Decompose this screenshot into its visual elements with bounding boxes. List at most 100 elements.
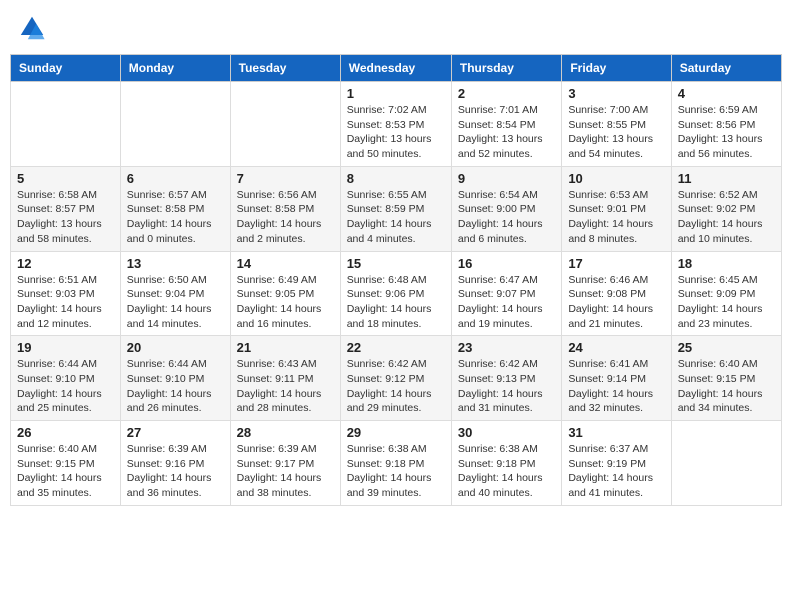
day-number: 23 <box>458 340 555 355</box>
calendar-cell: 8Sunrise: 6:55 AMSunset: 8:59 PMDaylight… <box>340 166 451 251</box>
day-number: 7 <box>237 171 334 186</box>
day-info: Sunrise: 6:53 AMSunset: 9:01 PMDaylight:… <box>568 188 664 247</box>
calendar-cell: 5 Sunrise: 6:58 AMSunset: 8:57 PMDaylight… <box>11 166 121 251</box>
calendar-week-row: 26 Sunrise: 6:40 AMSunset: 9:15 PMDayligh… <box>11 421 782 506</box>
day-info: Sunrise: 6:42 AMSunset: 9:12 PMDaylight:… <box>347 357 445 416</box>
calendar-week-row: 1 Sunrise: 7:02 AMSunset: 8:53 PMDaylight… <box>11 82 782 167</box>
day-info: Sunrise: 6:50 AMSunset: 9:04 PMDaylight:… <box>127 273 224 332</box>
calendar-cell: 18 Sunrise: 6:45 AMSunset: 9:09 PMDayligh… <box>671 251 781 336</box>
day-info: Sunrise: 6:42 AMSunset: 9:13 PMDaylight:… <box>458 357 555 416</box>
calendar-cell: 25 Sunrise: 6:40 AMSunset: 9:15 PMDayligh… <box>671 336 781 421</box>
calendar-cell: 3Sunrise: 7:00 AMSunset: 8:55 PMDaylight… <box>562 82 671 167</box>
day-number: 20 <box>127 340 224 355</box>
day-number: 16 <box>458 256 555 271</box>
weekday-header-row: SundayMondayTuesdayWednesdayThursdayFrid… <box>11 55 782 82</box>
day-info: Sunrise: 6:40 AMSunset: 9:15 PMDaylight:… <box>17 442 114 501</box>
calendar-cell: 29 Sunrise: 6:38 AMSunset: 9:18 PMDayligh… <box>340 421 451 506</box>
day-info: Sunrise: 7:02 AMSunset: 8:53 PMDaylight:… <box>347 103 445 162</box>
calendar-cell: 9Sunrise: 6:54 AMSunset: 9:00 PMDaylight… <box>451 166 561 251</box>
calendar-cell: 10 Sunrise: 6:53 AMSunset: 9:01 PMDayligh… <box>562 166 671 251</box>
day-number: 30 <box>458 425 555 440</box>
day-number: 26 <box>17 425 114 440</box>
day-number: 21 <box>237 340 334 355</box>
calendar-cell: 27 Sunrise: 6:39 AMSunset: 9:16 PMDayligh… <box>120 421 230 506</box>
day-number: 31 <box>568 425 664 440</box>
calendar-cell: 12Sunrise: 6:51 AMSunset: 9:03 PMDayligh… <box>11 251 121 336</box>
day-number: 19 <box>17 340 114 355</box>
calendar-cell: 14 Sunrise: 6:49 AMSunset: 9:05 PMDayligh… <box>230 251 340 336</box>
calendar-cell <box>120 82 230 167</box>
calendar-cell: 20Sunrise: 6:44 AMSunset: 9:10 PMDayligh… <box>120 336 230 421</box>
day-info: Sunrise: 6:49 AMSunset: 9:05 PMDaylight:… <box>237 273 334 332</box>
logo <box>18 14 50 42</box>
weekday-header: Sunday <box>11 55 121 82</box>
day-info: Sunrise: 6:56 AMSunset: 8:58 PMDaylight:… <box>237 188 334 247</box>
day-info: Sunrise: 6:43 AMSunset: 9:11 PMDaylight:… <box>237 357 334 416</box>
day-info: Sunrise: 6:41 AMSunset: 9:14 PMDaylight:… <box>568 357 664 416</box>
calendar-cell: 24 Sunrise: 6:41 AMSunset: 9:14 PMDayligh… <box>562 336 671 421</box>
day-number: 9 <box>458 171 555 186</box>
day-number: 13 <box>127 256 224 271</box>
weekday-header: Friday <box>562 55 671 82</box>
calendar-cell <box>230 82 340 167</box>
calendar-week-row: 12Sunrise: 6:51 AMSunset: 9:03 PMDayligh… <box>11 251 782 336</box>
day-number: 14 <box>237 256 334 271</box>
day-info: Sunrise: 6:37 AMSunset: 9:19 PMDaylight:… <box>568 442 664 501</box>
day-info: Sunrise: 6:47 AMSunset: 9:07 PMDaylight:… <box>458 273 555 332</box>
day-number: 5 <box>17 171 114 186</box>
day-number: 22 <box>347 340 445 355</box>
calendar-cell: 26 Sunrise: 6:40 AMSunset: 9:15 PMDayligh… <box>11 421 121 506</box>
calendar-cell: 16 Sunrise: 6:47 AMSunset: 9:07 PMDayligh… <box>451 251 561 336</box>
calendar-cell: 28Sunrise: 6:39 AMSunset: 9:17 PMDayligh… <box>230 421 340 506</box>
day-info: Sunrise: 6:59 AMSunset: 8:56 PMDaylight:… <box>678 103 775 162</box>
day-number: 18 <box>678 256 775 271</box>
calendar-week-row: 19 Sunrise: 6:44 AMSunset: 9:10 PMDayligh… <box>11 336 782 421</box>
day-number: 11 <box>678 171 775 186</box>
day-info: Sunrise: 6:55 AMSunset: 8:59 PMDaylight:… <box>347 188 445 247</box>
day-info: Sunrise: 6:46 AMSunset: 9:08 PMDaylight:… <box>568 273 664 332</box>
day-number: 25 <box>678 340 775 355</box>
day-info: Sunrise: 6:38 AMSunset: 9:18 PMDaylight:… <box>347 442 445 501</box>
page-header <box>10 10 782 46</box>
calendar-cell: 2 Sunrise: 7:01 AMSunset: 8:54 PMDaylight… <box>451 82 561 167</box>
day-number: 3 <box>568 86 664 101</box>
day-info: Sunrise: 6:40 AMSunset: 9:15 PMDaylight:… <box>678 357 775 416</box>
calendar-cell: 17Sunrise: 6:46 AMSunset: 9:08 PMDayligh… <box>562 251 671 336</box>
day-number: 4 <box>678 86 775 101</box>
weekday-header: Thursday <box>451 55 561 82</box>
weekday-header: Wednesday <box>340 55 451 82</box>
day-info: Sunrise: 7:01 AMSunset: 8:54 PMDaylight:… <box>458 103 555 162</box>
day-number: 29 <box>347 425 445 440</box>
day-number: 2 <box>458 86 555 101</box>
day-number: 10 <box>568 171 664 186</box>
day-info: Sunrise: 6:44 AMSunset: 9:10 PMDaylight:… <box>17 357 114 416</box>
weekday-header: Monday <box>120 55 230 82</box>
day-number: 15 <box>347 256 445 271</box>
day-info: Sunrise: 6:52 AMSunset: 9:02 PMDaylight:… <box>678 188 775 247</box>
calendar-cell: 15Sunrise: 6:48 AMSunset: 9:06 PMDayligh… <box>340 251 451 336</box>
calendar-cell <box>671 421 781 506</box>
calendar-cell: 4 Sunrise: 6:59 AMSunset: 8:56 PMDaylight… <box>671 82 781 167</box>
day-number: 24 <box>568 340 664 355</box>
calendar-cell: 23 Sunrise: 6:42 AMSunset: 9:13 PMDayligh… <box>451 336 561 421</box>
day-info: Sunrise: 6:45 AMSunset: 9:09 PMDaylight:… <box>678 273 775 332</box>
day-info: Sunrise: 6:38 AMSunset: 9:18 PMDaylight:… <box>458 442 555 501</box>
calendar-cell: 1 Sunrise: 7:02 AMSunset: 8:53 PMDaylight… <box>340 82 451 167</box>
weekday-header: Saturday <box>671 55 781 82</box>
day-number: 1 <box>347 86 445 101</box>
day-number: 28 <box>237 425 334 440</box>
calendar-table: SundayMondayTuesdayWednesdayThursdayFrid… <box>10 54 782 506</box>
day-info: Sunrise: 6:58 AMSunset: 8:57 PMDaylight:… <box>17 188 114 247</box>
calendar-cell: 22 Sunrise: 6:42 AMSunset: 9:12 PMDayligh… <box>340 336 451 421</box>
day-number: 12 <box>17 256 114 271</box>
calendar-cell: 21 Sunrise: 6:43 AMSunset: 9:11 PMDayligh… <box>230 336 340 421</box>
calendar-week-row: 5 Sunrise: 6:58 AMSunset: 8:57 PMDaylight… <box>11 166 782 251</box>
calendar-cell: 7 Sunrise: 6:56 AMSunset: 8:58 PMDaylight… <box>230 166 340 251</box>
weekday-header: Tuesday <box>230 55 340 82</box>
calendar-cell: 13 Sunrise: 6:50 AMSunset: 9:04 PMDayligh… <box>120 251 230 336</box>
day-number: 27 <box>127 425 224 440</box>
calendar-cell: 11 Sunrise: 6:52 AMSunset: 9:02 PMDayligh… <box>671 166 781 251</box>
logo-icon <box>18 14 46 42</box>
calendar-cell <box>11 82 121 167</box>
day-info: Sunrise: 6:39 AMSunset: 9:16 PMDaylight:… <box>127 442 224 501</box>
